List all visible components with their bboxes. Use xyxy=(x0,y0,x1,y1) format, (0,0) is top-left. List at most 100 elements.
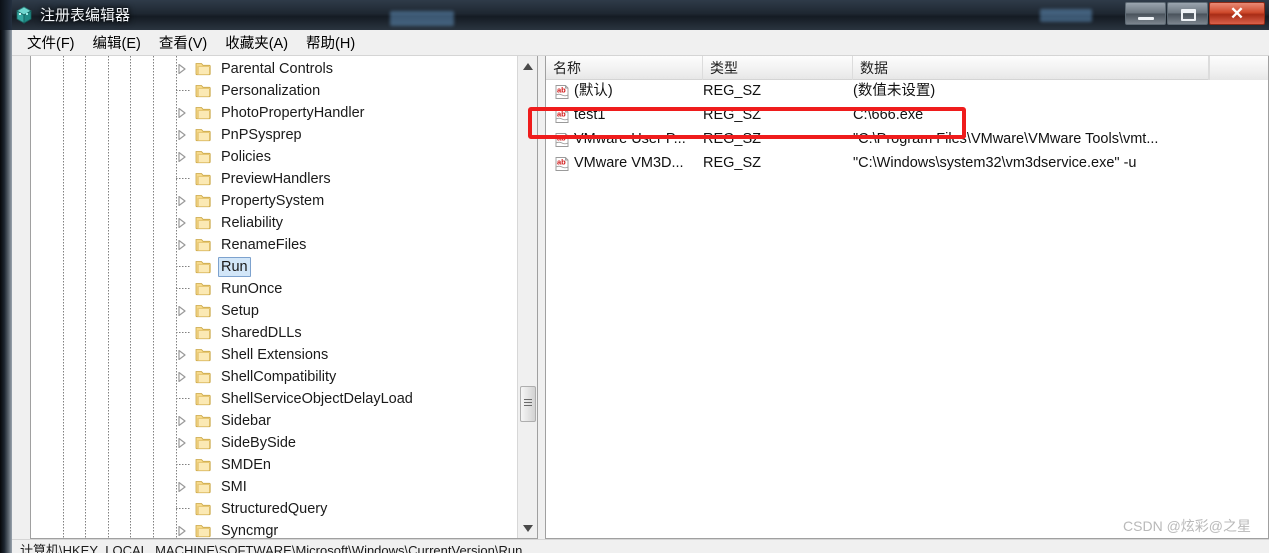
expand-chevron-icon[interactable] xyxy=(177,240,187,250)
maximize-button[interactable] xyxy=(1167,2,1208,25)
value-type: REG_SZ xyxy=(703,131,762,147)
value-name: VMware User P... xyxy=(574,131,686,147)
tree-connector-line xyxy=(176,90,190,91)
tree-item-label: Setup xyxy=(221,303,259,319)
registry-value-row[interactable]: ab test1 REG_SZ C:\666.exe xyxy=(546,104,1268,128)
maximize-icon xyxy=(1181,9,1196,21)
folder-icon xyxy=(195,347,212,363)
folder-icon xyxy=(195,479,212,495)
tree-item-label: Personalization xyxy=(221,83,321,99)
expand-chevron-icon[interactable] xyxy=(177,416,187,426)
window-controls: ✕ xyxy=(1124,2,1265,26)
tree-item-personalization[interactable]: Personalization xyxy=(31,80,517,102)
registry-tree-pane[interactable]: Parental Controls Personalization PhotoPro… xyxy=(30,56,538,539)
tree-item-label: RenameFiles xyxy=(221,237,307,253)
registry-value-row[interactable]: ab VMware VM3D... REG_SZ "C:\Windows\system… xyxy=(546,152,1268,176)
scroll-down-button[interactable] xyxy=(518,518,537,538)
tree-item-label: Shell Extensions xyxy=(221,347,329,363)
tree-item-run[interactable]: Run xyxy=(31,256,517,278)
folder-icon xyxy=(195,303,212,319)
tree-item-smi[interactable]: SMI xyxy=(31,476,517,498)
minimize-button[interactable] xyxy=(1125,2,1166,25)
tree-item-sidebar[interactable]: Sidebar xyxy=(31,410,517,432)
value-data: C:\666.exe xyxy=(853,107,924,123)
expand-chevron-icon[interactable] xyxy=(177,130,187,140)
registry-value-row[interactable]: ab (默认) REG_SZ (数值未设置) xyxy=(546,80,1268,104)
expand-chevron-icon[interactable] xyxy=(177,306,187,316)
scrollbar-thumb[interactable] xyxy=(520,386,536,422)
tree-connector-line xyxy=(176,266,190,267)
tree-item-smden[interactable]: SMDEn xyxy=(31,454,517,476)
folder-icon xyxy=(195,281,212,297)
tree-item-sidebyside[interactable]: SideBySide xyxy=(31,432,517,454)
expand-chevron-icon[interactable] xyxy=(177,526,187,536)
expand-chevron-icon[interactable] xyxy=(177,64,187,74)
registry-values-pane[interactable]: 名称 类型 数据 ab (默认) REG_SZ (数值未设置) ab test1 REG_S… xyxy=(545,56,1269,539)
tree-connector-line xyxy=(176,398,190,399)
tree-vertical-scrollbar[interactable] xyxy=(517,56,537,538)
value-name: test1 xyxy=(574,107,606,123)
tree-item-shareddlls[interactable]: SharedDLLs xyxy=(31,322,517,344)
tree-item-label: PnPSysprep xyxy=(221,127,302,143)
svg-text:ab: ab xyxy=(557,86,566,95)
tree-item-label: Reliability xyxy=(221,215,284,231)
folder-icon xyxy=(195,237,212,253)
tree-item-reliability[interactable]: Reliability xyxy=(31,212,517,234)
value-type: REG_SZ xyxy=(703,83,762,99)
tree-item-propertysystem[interactable]: PropertySystem xyxy=(31,190,517,212)
tree-item-label: ShellServiceObjectDelayLoad xyxy=(221,391,413,407)
folder-icon xyxy=(195,259,212,275)
tree-item-label: SharedDLLs xyxy=(221,325,302,341)
close-button[interactable]: ✕ xyxy=(1209,2,1265,25)
svg-text:ab: ab xyxy=(557,134,566,143)
tree-item-renamefiles[interactable]: RenameFiles xyxy=(31,234,517,256)
menu-file[interactable]: 文件(F) xyxy=(18,30,84,55)
tree-item-shellcompatibility[interactable]: ShellCompatibility xyxy=(31,366,517,388)
tree-item-syncmgr[interactable]: Syncmgr xyxy=(31,520,517,538)
tree-connector-line xyxy=(176,464,190,465)
tree-item-previewhandlers[interactable]: PreviewHandlers xyxy=(31,168,517,190)
folder-icon xyxy=(195,457,212,473)
expand-chevron-icon[interactable] xyxy=(177,108,187,118)
expand-chevron-icon[interactable] xyxy=(177,482,187,492)
aero-glass-highlight-2 xyxy=(1040,9,1092,22)
menu-edit[interactable]: 编辑(E) xyxy=(84,30,150,55)
menu-view[interactable]: 查看(V) xyxy=(150,30,216,55)
column-header-data[interactable]: 数据 xyxy=(853,56,1209,80)
tree-connector-line xyxy=(176,508,190,509)
tree-item-runonce[interactable]: RunOnce xyxy=(31,278,517,300)
expand-chevron-icon[interactable] xyxy=(177,152,187,162)
scroll-up-button[interactable] xyxy=(518,56,537,76)
tree-item-policies[interactable]: Policies xyxy=(31,146,517,168)
registry-value-row[interactable]: ab VMware User P... REG_SZ "C:\Program File… xyxy=(546,128,1268,152)
value-data: "C:\Program Files\VMware\VMware Tools\vm… xyxy=(853,131,1159,147)
expand-chevron-icon[interactable] xyxy=(177,372,187,382)
tree-item-shell-extensions[interactable]: Shell Extensions xyxy=(31,344,517,366)
folder-icon xyxy=(195,501,212,517)
expand-chevron-icon[interactable] xyxy=(177,196,187,206)
tree-item-photopropertyhandler[interactable]: PhotoPropertyHandler xyxy=(31,102,517,124)
tree-item-structuredquery[interactable]: StructuredQuery xyxy=(31,498,517,520)
tree-item-pnpsysprep[interactable]: PnPSysprep xyxy=(31,124,517,146)
folder-icon xyxy=(195,83,212,99)
tree-item-setup[interactable]: Setup xyxy=(31,300,517,322)
folder-icon xyxy=(195,193,212,209)
scrollbar-grip-icon xyxy=(524,399,532,408)
registry-editor-icon xyxy=(14,5,34,25)
expand-chevron-icon[interactable] xyxy=(177,438,187,448)
tree-item-parental-controls[interactable]: Parental Controls xyxy=(31,58,517,80)
tree-item-shellserviceobjectdelayload[interactable]: ShellServiceObjectDelayLoad xyxy=(31,388,517,410)
expand-chevron-icon[interactable] xyxy=(177,350,187,360)
column-header-type[interactable]: 类型 xyxy=(703,56,853,80)
tree-connector-line xyxy=(176,178,190,179)
csdn-watermark: CSDN @炫彩@之星 xyxy=(1123,518,1251,534)
title-bar: 注册表编辑器 ✕ xyxy=(0,0,1269,30)
string-value-icon: ab xyxy=(554,108,570,124)
menu-help[interactable]: 帮助(H) xyxy=(297,30,364,55)
expand-chevron-icon[interactable] xyxy=(177,218,187,228)
value-name: VMware VM3D... xyxy=(574,155,684,171)
window-title: 注册表编辑器 xyxy=(40,7,131,24)
column-header-name[interactable]: 名称 xyxy=(546,56,703,80)
menu-favorites[interactable]: 收藏夹(A) xyxy=(216,30,297,55)
tree-item-label: SMDEn xyxy=(221,457,271,473)
